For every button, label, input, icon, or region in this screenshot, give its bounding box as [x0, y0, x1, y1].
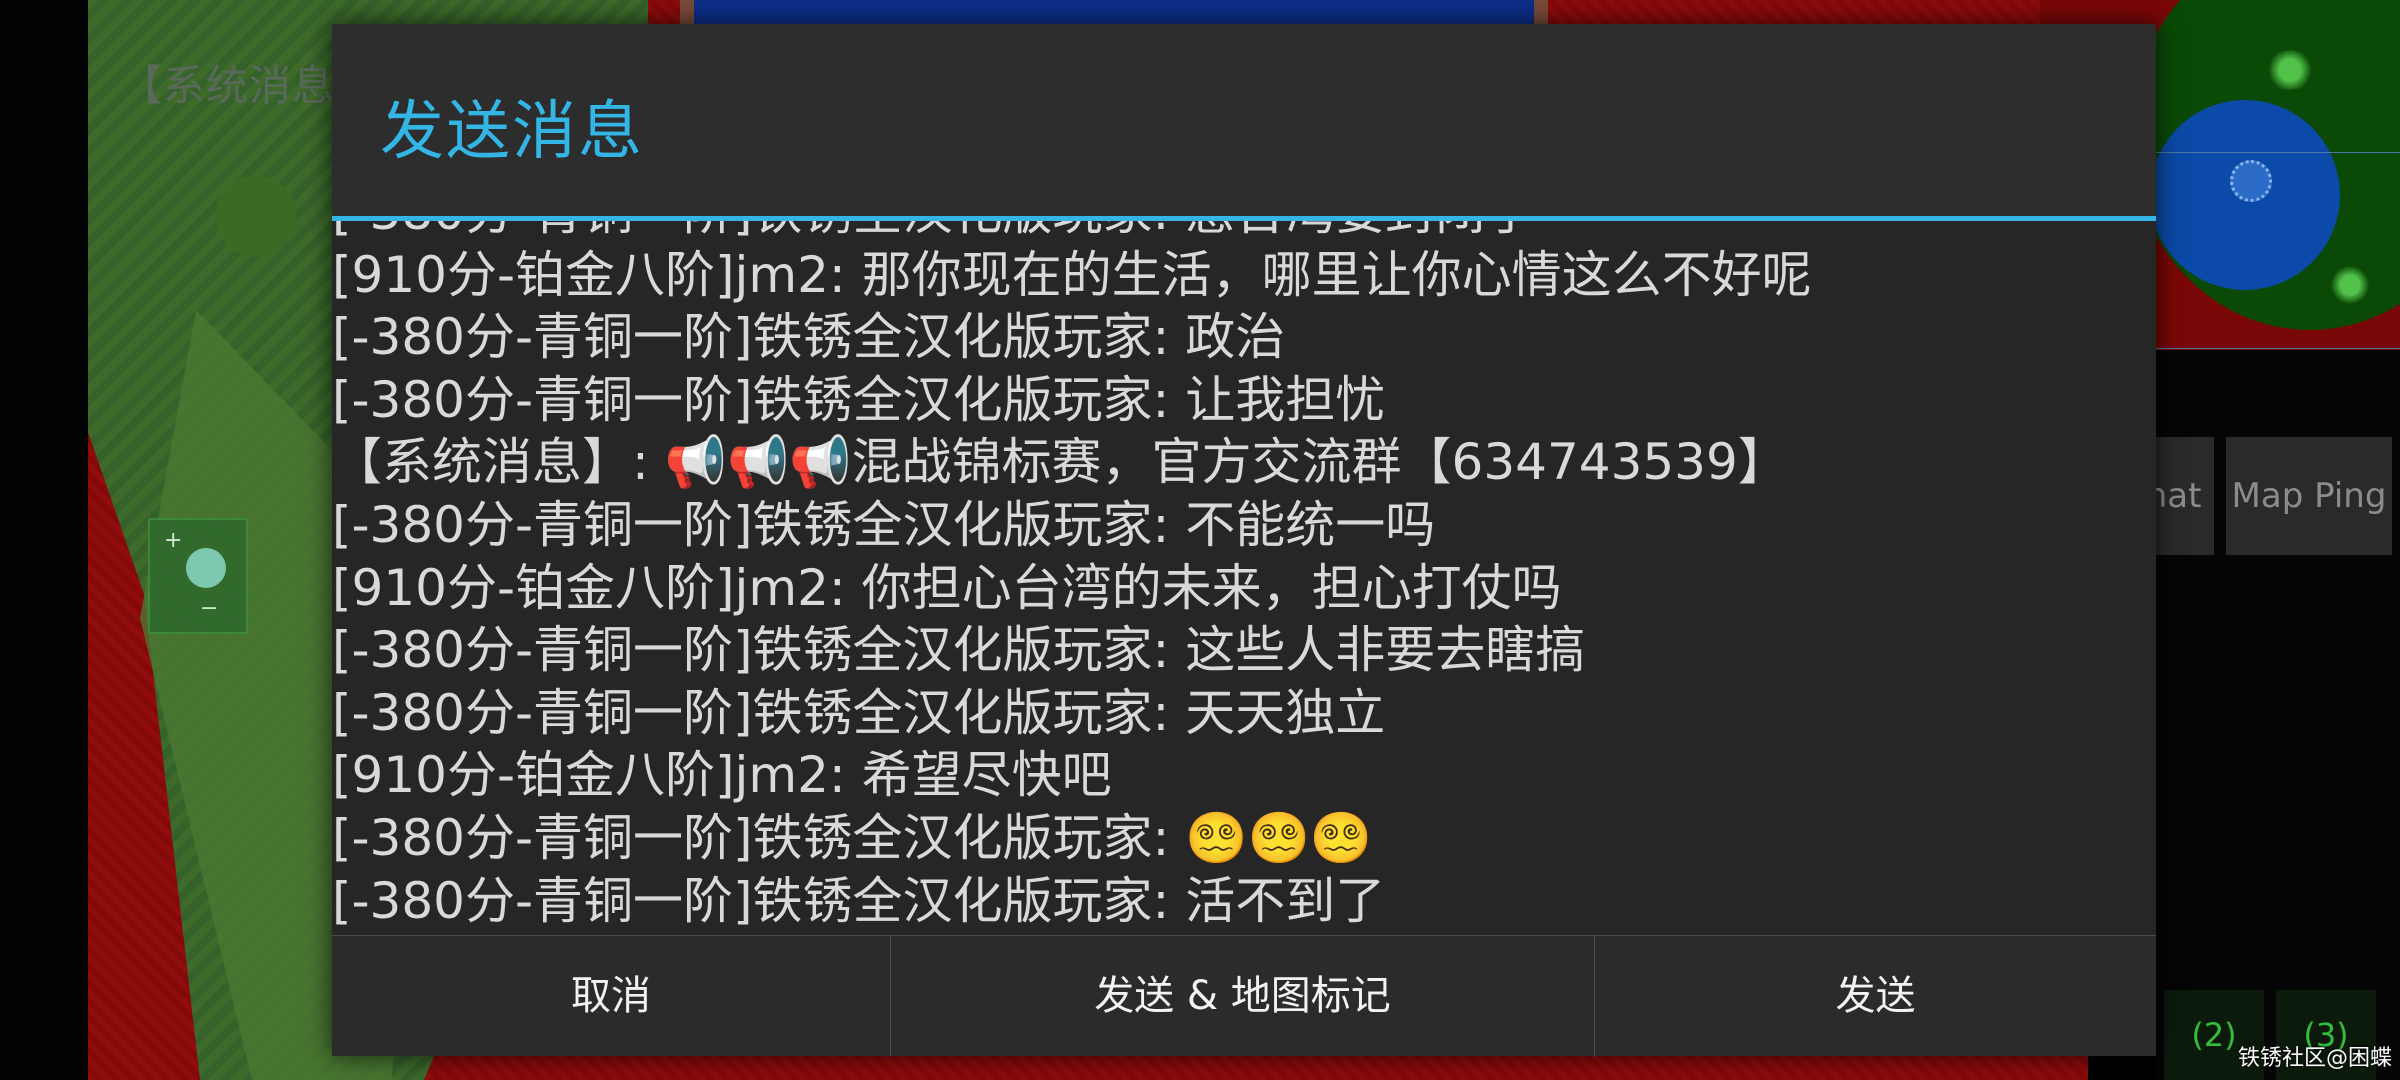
watermark: 铁锈社区@困蝶: [2237, 1046, 2392, 1071]
minimap-view-edge: [2140, 348, 2400, 349]
chat-message: [-380分-青铜一阶]铁锈全汉化版玩家: 😵‍💫😵‍💫😵‍💫: [332, 808, 1373, 867]
dialog-title: 发送消息: [380, 95, 644, 169]
background-system-text: 【系统消息: [120, 61, 336, 110]
chat-message: [-380分-青铜一阶]铁锈全汉化版玩家: 感台湾要封闭了: [332, 221, 2156, 244]
chat-message: [-380分-青铜一阶]铁锈全汉化版玩家: 天天独立: [332, 683, 1386, 742]
zoom-minus-icon[interactable]: −: [200, 596, 218, 621]
chat-message: [-380分-青铜一阶]铁锈全汉化版玩家: 政治: [332, 308, 1286, 367]
minimap-units: [2260, 50, 2320, 90]
message-log[interactable]: [-380分-青铜一阶]铁锈全汉化版玩家: 感台湾要封闭了 [910分-铂金八阶…: [332, 221, 2156, 935]
chat-message: [-380分-青铜一阶]铁锈全汉化版玩家: 活不到了: [332, 871, 1386, 930]
minimap-view-edge: [2140, 152, 2400, 153]
message-list: [-380分-青铜一阶]铁锈全汉化版玩家: 感台湾要封闭了 [910分-铂金八阶…: [332, 221, 2156, 932]
chat-button[interactable]: Chat: [2152, 437, 2214, 555]
cancel-button[interactable]: 取消: [332, 936, 891, 1057]
chat-message: [910分-铂金八阶]jm2: 希望尽快吧: [332, 746, 1112, 805]
chat-message: [-380分-青铜一阶]铁锈全汉化版玩家: 不能统一吗: [332, 495, 1436, 554]
dialog-header: 发送消息: [332, 24, 2156, 216]
chat-message: [910分-铂金八阶]jm2: 你担心台湾的未来，担心打仗吗: [332, 558, 1562, 617]
right-panel-bg: [2156, 300, 2400, 1080]
minimap-center-marker: [2230, 160, 2272, 202]
zoom-plus-icon[interactable]: +: [164, 528, 182, 553]
chat-message: [-380分-青铜一阶]铁锈全汉化版玩家: 让我担忧: [332, 370, 1386, 429]
dialog-button-bar: 取消 发送 & 地图标记 发送: [332, 935, 2156, 1057]
chat-message: [-380分-青铜一阶]铁锈全汉化版玩家: 这些人非要去瞎搞: [332, 621, 1586, 680]
map-ping-button[interactable]: Map Ping: [2226, 437, 2392, 555]
chat-message: [910分-铂金八阶]jm2: 那你现在的生活，哪里让你心情这么不好呢: [332, 245, 1812, 304]
send-button[interactable]: 发送: [1595, 936, 2156, 1057]
send-and-mark-button[interactable]: 发送 & 地图标记: [891, 936, 1595, 1057]
send-message-dialog: 发送消息 [-380分-青铜一阶]铁锈全汉化版玩家: 感台湾要封闭了 [910分…: [332, 24, 2156, 1057]
system-message: 【系统消息】: 📢📢📢混战锦标赛，官方交流群【634743539】: [332, 433, 1788, 492]
minimap-units: [2330, 260, 2370, 310]
zoom-slider-knob[interactable]: [186, 548, 226, 588]
left-edge-band: [0, 0, 88, 1080]
